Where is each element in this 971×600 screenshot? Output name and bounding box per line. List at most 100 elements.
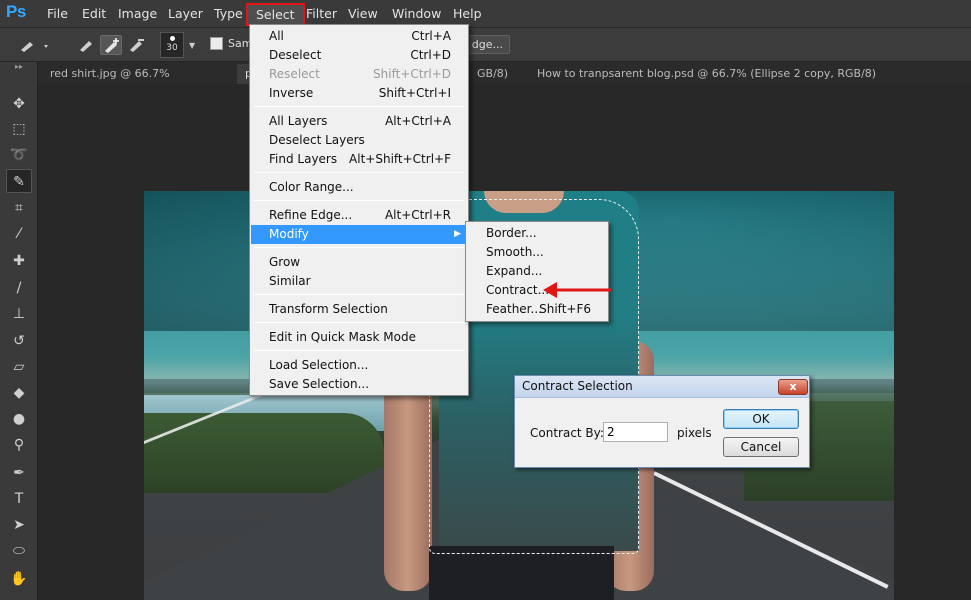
menu-item-quick-mask[interactable]: Edit in Quick Mask Mode [251,328,467,347]
menu-item-label: Deselect [269,48,322,62]
lasso-icon[interactable]: ➰ [6,143,32,167]
tab-red-shirt[interactable]: red shirt.jpg @ 66.7% (RGB/8#)× [40,64,235,100]
menu-help[interactable]: Help [453,6,482,21]
ellipse-icon[interactable]: ⬭ [6,539,32,563]
menu-item-label: Reselect [269,67,320,81]
menu-separator [254,172,464,173]
menu-filter[interactable]: Filter [306,6,337,21]
menu-item-label: Border... [486,226,537,240]
submenu-item-expand[interactable]: Expand... [467,262,607,281]
subtract-from-selection-icon[interactable] [126,35,148,55]
menu-item-similar[interactable]: Similar [251,272,467,291]
menu-item-label: Save Selection... [269,377,370,391]
menu-item-color-range[interactable]: Color Range... [251,178,467,197]
cancel-button[interactable]: Cancel [723,437,799,457]
menu-item-deselect[interactable]: Deselect Ctrl+D [251,46,467,65]
menu-item-load-selection[interactable]: Load Selection... [251,356,467,375]
menu-item-shortcut: Shift+Ctrl+I [378,86,451,100]
menu-edit[interactable]: Edit [82,6,106,21]
menu-item-label: Transform Selection [269,302,388,316]
menu-item-grow[interactable]: Grow [251,253,467,272]
hand-icon[interactable]: ✋ [6,567,32,591]
menu-image[interactable]: Image [118,6,157,21]
brush-icon[interactable]: ∕ [6,276,32,300]
type-icon[interactable]: T [6,487,32,511]
menu-separator [254,247,464,248]
new-selection-icon[interactable] [76,35,98,55]
submenu-arrow-icon: ▶ [454,229,461,239]
menu-select[interactable]: Select [246,3,305,26]
menu-type[interactable]: Type [214,6,243,21]
submenu-item-feather[interactable]: Feather... Shift+F6 [467,300,607,319]
contract-by-label: Contract By: [530,426,604,440]
menu-item-label: Feather... [486,302,542,316]
clone-stamp-icon[interactable]: ⊥ [6,302,32,326]
menu-item-transform-selection[interactable]: Transform Selection [251,300,467,319]
menu-item-refine-edge[interactable]: Refine Edge... Alt+Ctrl+R [251,206,467,225]
menu-bar: Ps File Edit Image Layer Type Select Fil… [0,0,971,28]
blur-icon[interactable]: ● [6,407,32,431]
history-brush-icon[interactable]: ↺ [6,329,32,353]
healing-brush-icon[interactable]: ✚ [6,249,32,273]
menu-item-label: Smooth... [486,245,544,259]
menu-item-label: Contract... [486,283,550,297]
eyedropper-icon[interactable]: ⁄ [6,222,32,246]
menu-item-modify[interactable]: Modify ▶ [251,225,467,244]
menu-item-shortcut: Ctrl+A [411,29,451,43]
dialog-title-bar[interactable]: Contract Selection x [515,376,809,398]
submenu-item-border[interactable]: Border... [467,224,607,243]
menu-item-label: Color Range... [269,180,354,194]
ok-button[interactable]: OK [723,409,799,429]
sample-all-layers-checkbox[interactable] [210,37,223,50]
submenu-item-smooth[interactable]: Smooth... [467,243,607,262]
menu-item-all[interactable]: All Ctrl+A [251,27,467,46]
quick-selection-icon[interactable]: ✎ [6,169,32,193]
menu-view[interactable]: View [348,6,378,21]
menu-item-label: All [269,29,284,43]
contract-selection-dialog: Contract Selection x Contract By: 2 pixe… [514,375,810,468]
add-to-selection-icon[interactable] [100,35,122,55]
photoshop-window: Ps File Edit Image Layer Type Select Fil… [0,0,971,600]
panel-grip-icon[interactable]: ▸▸ [0,62,38,72]
menu-item-inverse[interactable]: Inverse Shift+Ctrl+I [251,84,467,103]
menu-file[interactable]: File [47,6,68,21]
menu-layer[interactable]: Layer [168,6,203,21]
menu-separator [254,294,464,295]
eraser-icon[interactable]: ▱ [6,355,32,379]
chevron-down-icon[interactable]: ▼ [189,41,195,50]
annotation-arrow-icon [543,282,611,298]
menu-item-shortcut: Shift+Ctrl+D [373,67,451,81]
menu-item-shortcut: Alt+Shift+Ctrl+F [349,152,451,166]
menu-item-label: Expand... [486,264,543,278]
menu-item-shortcut: Alt+Ctrl+A [385,114,451,128]
menu-item-shortcut: Shift+F6 [539,302,591,316]
menu-window[interactable]: Window [392,6,441,21]
tab-partial[interactable]: GB/8) *× [469,64,529,100]
menu-item-label: Similar [269,274,311,288]
menu-item-find-layers[interactable]: Find Layers Alt+Shift+Ctrl+F [251,150,467,169]
brush-size-picker[interactable]: 30 [160,32,184,58]
menu-item-all-layers[interactable]: All Layers Alt+Ctrl+A [251,112,467,131]
menu-item-label: Inverse [269,86,314,100]
menu-item-label: Grow [269,255,301,269]
marquee-icon[interactable]: ⬚ [6,117,32,141]
menu-separator [254,350,464,351]
person-jeans [429,546,614,600]
crop-icon[interactable]: ⌗ [6,196,32,220]
menu-item-label: Deselect Layers [269,133,365,147]
dodge-icon[interactable]: ⚲ [6,433,32,457]
tool-preset-picker[interactable] [18,36,48,56]
menu-item-label: Refine Edge... [269,208,353,222]
path-selection-icon[interactable]: ➤ [6,513,32,537]
menu-item-deselect-layers[interactable]: Deselect Layers [251,131,467,150]
paint-bucket-icon[interactable]: ◆ [6,381,32,405]
photoshop-logo: Ps [6,2,26,21]
menu-separator [254,322,464,323]
tab-transparent-blog[interactable]: How to tranpsarent blog.psd @ 66.7% (Ell… [527,64,887,100]
close-button[interactable]: x [778,379,808,395]
menu-item-save-selection[interactable]: Save Selection... [251,375,467,394]
move-icon[interactable]: ✥ [6,92,32,116]
dialog-title: Contract Selection [522,379,633,393]
contract-by-input[interactable]: 2 [603,422,668,442]
pen-icon[interactable]: ✒ [6,461,32,485]
